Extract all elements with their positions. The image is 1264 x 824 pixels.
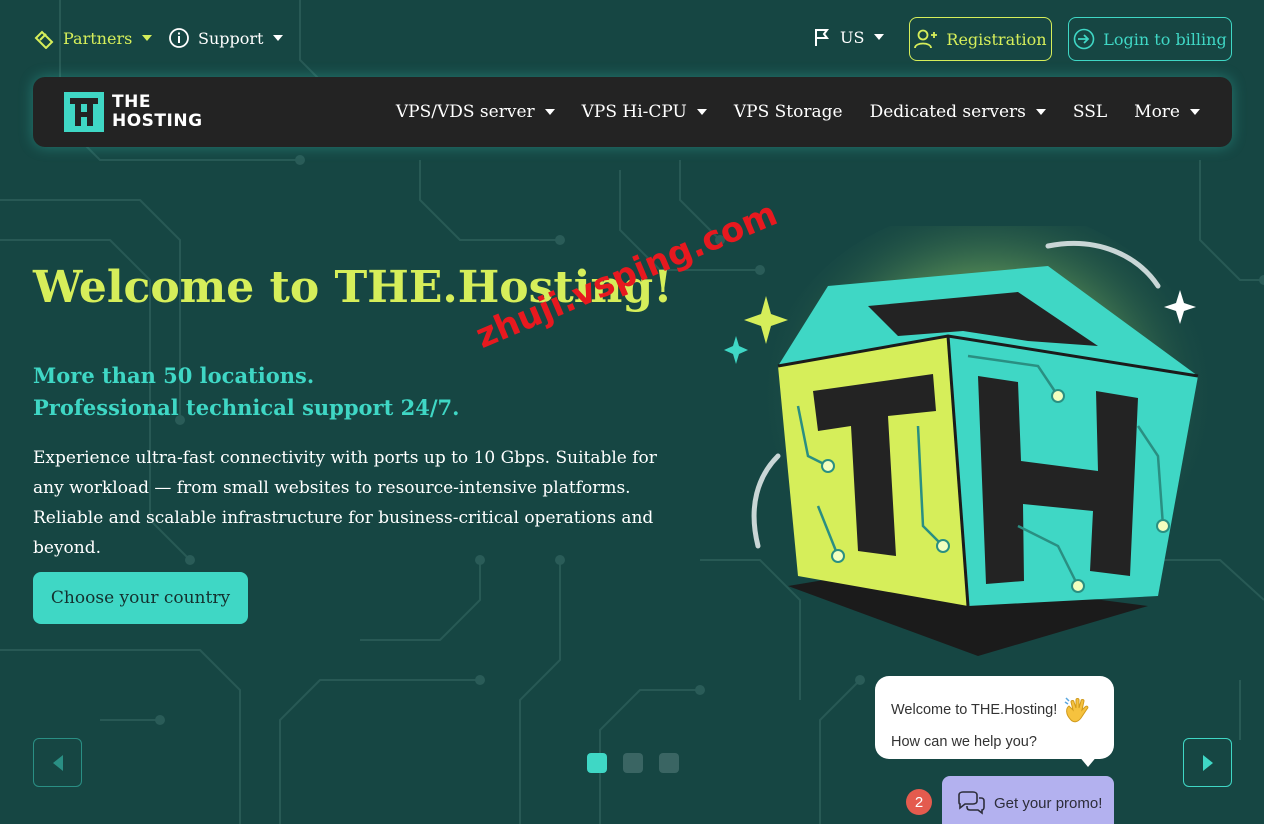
hero-description: Experience ultra-fast connectivity with … (33, 448, 657, 558)
waving-hand-icon (1064, 697, 1089, 723)
choose-country-button[interactable]: Choose your country (33, 572, 248, 624)
login-icon (1073, 28, 1095, 50)
nav-item-label: Dedicated servers (869, 102, 1026, 122)
logo-line-2: HOSTING (112, 111, 203, 131)
registration-button[interactable]: Registration (909, 17, 1052, 61)
nav-item-label: VPS Hi-CPU (581, 102, 687, 122)
handshake-icon (34, 30, 54, 49)
nav-item-vps-storage[interactable]: VPS Storage (734, 102, 843, 122)
main-navbar: THE HOSTING VPS/VDS server VPS Hi-CPU VP… (33, 77, 1232, 147)
promo-label: Get your promo! (994, 794, 1103, 812)
flag-icon (815, 29, 829, 46)
login-billing-button[interactable]: Login to billing (1068, 17, 1232, 61)
chat-greeting-bubble[interactable]: Welcome to THE.Hosting! How can we help … (875, 676, 1114, 759)
language-label: US (840, 27, 865, 47)
chevron-down-icon (273, 35, 284, 41)
slider-dot-1[interactable] (587, 753, 607, 773)
support-label: Support (198, 28, 264, 48)
add-user-icon (914, 29, 938, 49)
get-promo-button[interactable]: Get your promo! (942, 776, 1114, 824)
logo-mark-icon (64, 92, 104, 132)
info-icon (169, 28, 189, 48)
support-menu[interactable]: Support (168, 27, 284, 49)
nav-item-ssl[interactable]: SSL (1073, 102, 1107, 122)
chat-icon (958, 791, 985, 815)
hero-subtitle-line-1: More than 50 locations. (33, 363, 315, 388)
chevron-down-icon (142, 35, 153, 41)
slider-pagination (587, 753, 679, 773)
chat-prompt-text: How can we help you? (891, 734, 1037, 750)
login-label: Login to billing (1103, 29, 1227, 49)
chat-bubble-tail (1078, 755, 1098, 767)
registration-label: Registration (946, 29, 1047, 49)
chevron-down-icon (1190, 109, 1200, 115)
chevron-right-icon (1202, 754, 1213, 771)
chevron-left-icon (52, 754, 63, 771)
hero-subtitle: More than 50 locations. Professional tec… (33, 360, 459, 424)
nav-item-vps-vds[interactable]: VPS/VDS server (396, 102, 555, 122)
chevron-down-icon (544, 109, 555, 115)
slider-next-button[interactable] (1183, 738, 1232, 787)
nav-item-label: More (1134, 102, 1180, 122)
nav-item-more[interactable]: More (1134, 102, 1200, 122)
slider-prev-button[interactable] (33, 738, 82, 787)
logo-text: THE HOSTING (112, 93, 203, 131)
nav-menu: VPS/VDS server VPS Hi-CPU VPS Storage De… (396, 77, 1200, 147)
slider-dot-3[interactable] (659, 753, 679, 773)
slider-dot-2[interactable] (623, 753, 643, 773)
chevron-down-icon (874, 34, 885, 40)
partners-label: Partners (63, 28, 133, 48)
nav-item-label: VPS Storage (733, 102, 843, 122)
language-selector[interactable]: US (812, 27, 885, 47)
partners-menu[interactable]: Partners (33, 27, 153, 49)
notification-badge: 2 (906, 789, 932, 815)
nav-item-label: SSL (1072, 102, 1108, 122)
nav-item-label: VPS/VDS server (395, 102, 535, 122)
nav-item-dedicated-servers[interactable]: Dedicated servers (870, 102, 1046, 122)
site-logo[interactable]: THE HOSTING (64, 92, 203, 132)
hero-subtitle-line-2: Professional technical support 24/7. (33, 395, 460, 420)
chat-greeting-text: Welcome to THE.Hosting! (891, 702, 1058, 718)
chevron-down-icon (696, 109, 707, 115)
cube-illustration (724, 226, 1218, 656)
logo-line-1: THE (112, 92, 151, 112)
chevron-down-icon (1035, 109, 1046, 115)
nav-item-vps-hi-cpu[interactable]: VPS Hi-CPU (582, 102, 707, 122)
